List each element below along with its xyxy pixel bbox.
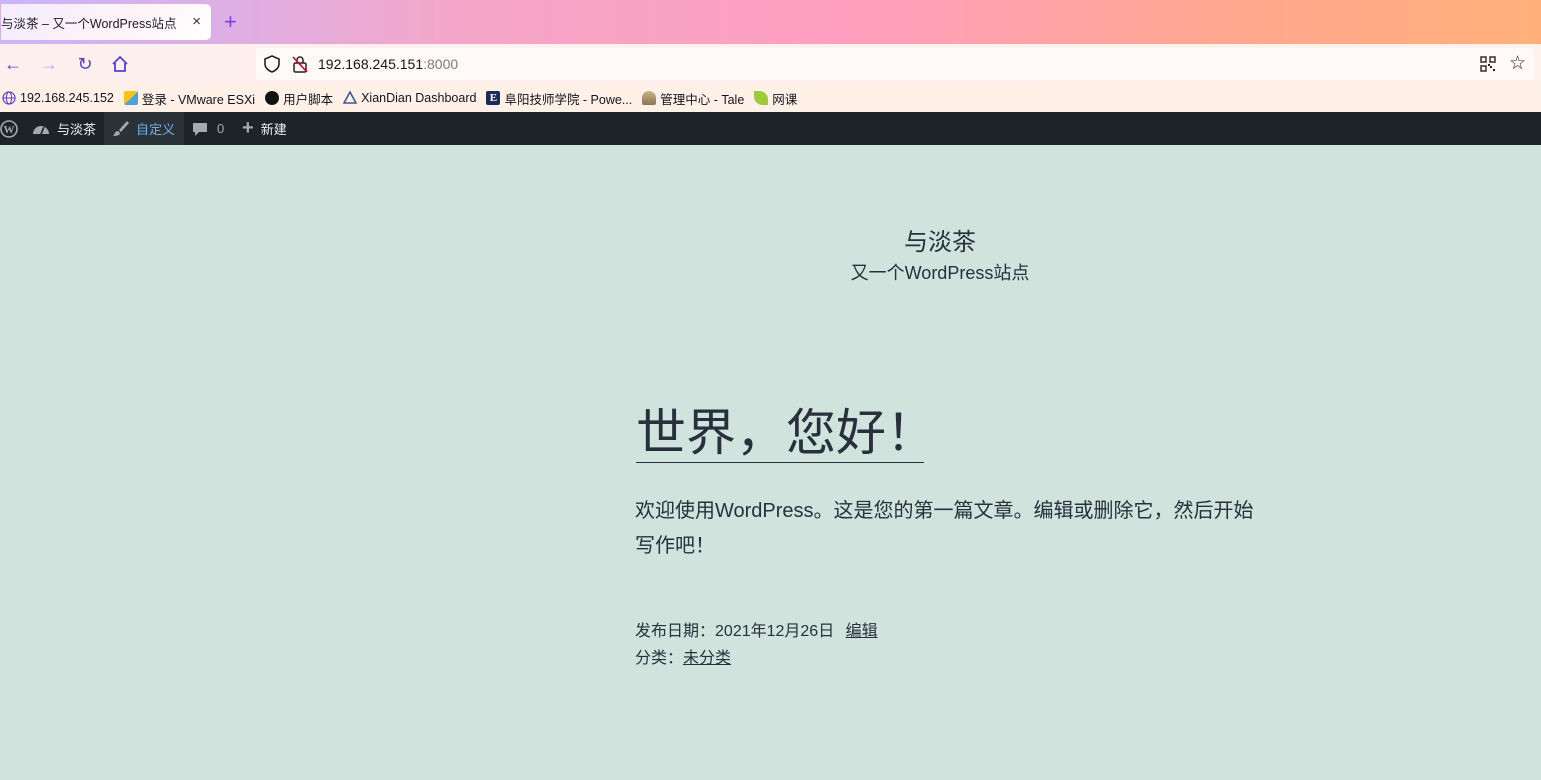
site-description: 又一个WordPress站点	[850, 263, 1030, 283]
browser-tab[interactable]: 与淡茶 – 又一个WordPress站点 ×	[0, 3, 212, 41]
wp-admin-bar: W 与淡茶 自定义 0 + 新建	[0, 112, 1541, 145]
wordpress-logo-icon[interactable]: W	[0, 112, 20, 145]
bookmark-item[interactable]: E 阜阳技师学院 - Powe...	[486, 89, 632, 108]
leaf-icon	[754, 91, 769, 105]
category-link[interactable]: 未分类	[683, 650, 731, 667]
tab-title: 与淡茶 – 又一个WordPress站点	[1, 16, 177, 31]
bookmarks-toolbar: 192.168.245.152 登录 - VMware ESXi 用户脚本 Xi…	[0, 84, 1541, 112]
admin-bar-comments[interactable]: 0	[192, 112, 224, 145]
home-icon[interactable]	[107, 52, 133, 76]
navigation-bar: ← → ↻ 192.168.245.151:8000 ☆	[0, 44, 1541, 84]
bookmark-item[interactable]: 用户脚本	[265, 89, 333, 108]
brush-icon	[113, 120, 129, 136]
svg-text:W: W	[4, 124, 15, 136]
category-label: 分类：	[635, 650, 684, 667]
url-port: :8000	[423, 56, 459, 72]
new-tab-button[interactable]: +	[224, 9, 237, 35]
url-bar[interactable]: 192.168.245.151:8000 ☆	[256, 48, 1534, 80]
admin-bar-new[interactable]: + 新建	[242, 112, 287, 145]
admin-bar-customize[interactable]: 自定义	[104, 112, 184, 145]
site-title[interactable]: 与淡茶	[840, 222, 1040, 257]
post-date: 2021年12月26日	[715, 623, 835, 640]
url-text[interactable]: 192.168.245.151:8000	[318, 56, 458, 72]
back-icon[interactable]: ←	[0, 52, 26, 76]
site-name-label: 与淡茶	[57, 122, 97, 137]
qr-code-icon[interactable]	[1480, 56, 1496, 72]
globe-icon	[2, 91, 16, 105]
bookmark-label: 登录 - VMware ESXi	[141, 92, 256, 107]
dashboard-icon	[33, 125, 49, 134]
bookmark-label: 阜阳技师学院 - Powe...	[504, 92, 633, 107]
openstack-icon	[343, 91, 358, 104]
bookmark-item[interactable]: 管理中心 - Tale	[642, 89, 744, 108]
bookmark-item[interactable]: XianDian Dashboard	[343, 91, 476, 105]
close-icon[interactable]: ×	[192, 13, 201, 30]
post-meta-category: 分类：未分类	[635, 644, 731, 668]
comments-count: 0	[217, 121, 225, 136]
comment-icon	[193, 122, 207, 136]
customize-label: 自定义	[136, 122, 176, 137]
edit-link[interactable]: 编辑	[846, 623, 878, 640]
shield-icon[interactable]	[264, 55, 280, 73]
forward-icon[interactable]: →	[36, 52, 62, 76]
bookmark-label: XianDian Dashboard	[361, 91, 477, 105]
url-host: 192.168.245.151	[318, 56, 424, 72]
e-icon: E	[486, 91, 501, 105]
reload-icon[interactable]: ↻	[72, 52, 98, 76]
post-content: 欢迎使用WordPress。这是您的第一篇文章。编辑或删除它，然后开始写作吧！	[635, 500, 1254, 557]
post-title-link[interactable]: 世界，您好！	[636, 404, 936, 463]
bookmark-label: 管理中心 - Tale	[660, 92, 745, 107]
bookmark-item[interactable]: 网课	[754, 89, 797, 108]
date-label: 发布日期：	[635, 623, 716, 640]
tab-strip: 与淡茶 – 又一个WordPress站点 × +	[0, 0, 1541, 44]
vmware-icon	[123, 91, 138, 105]
admin-bar-site-name[interactable]: 与淡茶	[32, 112, 96, 145]
bookmark-label: 用户脚本	[283, 92, 334, 107]
new-label: 新建	[260, 122, 287, 137]
bookmark-item[interactable]: 登录 - VMware ESXi	[123, 89, 256, 108]
bookmark-label: 网课	[772, 92, 798, 107]
post-meta-date: 发布日期：2021年12月26日 编辑	[635, 617, 878, 641]
tale-icon	[642, 91, 657, 105]
bookmark-star-icon[interactable]: ☆	[1509, 52, 1526, 75]
bookmark-item[interactable]: 192.168.245.152	[2, 91, 114, 105]
bookmark-label: 192.168.245.152	[20, 91, 114, 105]
plus-icon: +	[242, 117, 254, 139]
userscript-icon	[265, 91, 280, 105]
insecure-lock-icon[interactable]	[292, 55, 308, 73]
